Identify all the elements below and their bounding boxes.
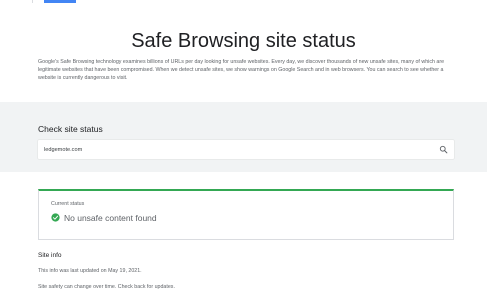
check-site-heading: Check site status [38,124,103,134]
check-circle-icon [51,213,60,222]
current-status-label: Current status [51,201,85,207]
site-search-input[interactable] [44,145,424,155]
nav-divider [32,0,33,3]
active-tab-indicator[interactable] [44,0,76,3]
page-title: Safe Browsing site status [131,30,356,52]
search-icon[interactable] [439,145,448,154]
site-search-box[interactable] [38,140,454,159]
current-status-card: Current status No unsafe content found [38,189,454,240]
intro-paragraph: Google's Safe Browsing technology examin… [38,59,445,81]
site-info-heading: Site info [38,252,62,259]
site-info-updated: This info was last updated on May 19, 20… [38,268,142,274]
site-info-note: Site safety can change over time. Check … [38,284,175,290]
top-nav-bar [0,0,487,3]
check-site-section [0,102,487,172]
status-result-text: No unsafe content found [64,213,157,223]
